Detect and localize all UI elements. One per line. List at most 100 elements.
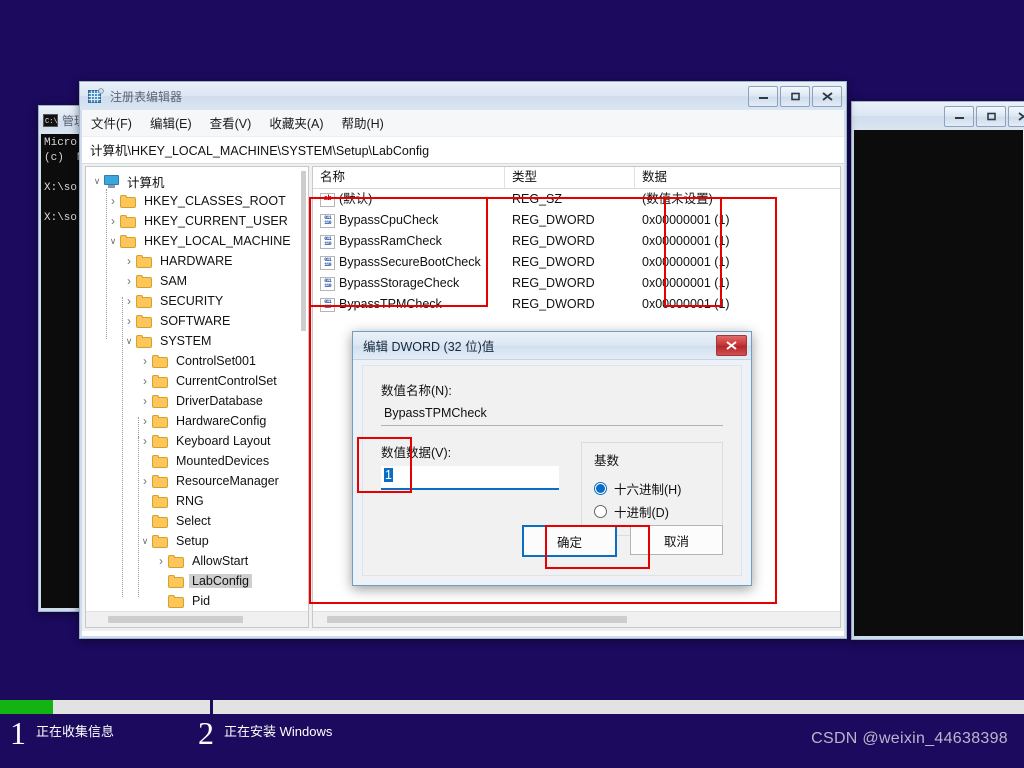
address-bar[interactable]: 计算机\HKEY_LOCAL_MACHINE\SYSTEM\Setup\LabC… bbox=[82, 137, 844, 164]
tree-item--[interactable]: ∨ 计算机 bbox=[86, 171, 308, 191]
console-right-output bbox=[854, 130, 1023, 636]
registry-values-list[interactable]: 名称 类型 数据 ab (默认) REG_SZ (数值未设置) 011 110 Bypass… bbox=[313, 167, 840, 315]
chevron-right-icon[interactable]: › bbox=[138, 434, 152, 448]
ok-button[interactable]: 确定 bbox=[522, 525, 617, 557]
chevron-right-icon[interactable]: › bbox=[122, 254, 136, 268]
menu-item-1[interactable]: 文件(F) bbox=[90, 113, 133, 132]
chevron-right-icon[interactable]: › bbox=[122, 294, 136, 308]
folder-icon bbox=[152, 394, 168, 408]
tree-vertical-scrollbar[interactable] bbox=[299, 167, 308, 612]
tree-item-labconfig[interactable]: · LabConfig bbox=[86, 571, 308, 591]
radio-decimal[interactable]: 十进制(D) bbox=[594, 500, 710, 523]
tree-item-hkey-classes-root[interactable]: › HKEY_CLASSES_ROOT bbox=[86, 191, 308, 211]
tree-item-mounteddevices[interactable]: · MountedDevices bbox=[86, 451, 308, 471]
tree-item-security[interactable]: › SECURITY bbox=[86, 291, 308, 311]
cancel-button[interactable]: 取消 bbox=[630, 525, 723, 555]
chevron-down-icon[interactable]: ∨ bbox=[138, 534, 152, 548]
maximize-icon[interactable] bbox=[976, 105, 1006, 127]
folder-icon bbox=[168, 594, 184, 608]
close-icon[interactable] bbox=[716, 335, 747, 356]
column-header-type[interactable]: 类型 bbox=[505, 167, 635, 188]
table-row[interactable]: 011 110 BypassTPMCheck REG_DWORD 0x00000001 … bbox=[313, 294, 840, 315]
radio-decimal-icon[interactable] bbox=[594, 505, 607, 518]
menu-item-3[interactable]: 查看(V) bbox=[209, 113, 253, 132]
tree-item-rng[interactable]: · RNG bbox=[86, 491, 308, 511]
chevron-right-icon[interactable]: › bbox=[122, 314, 136, 328]
chevron-right-icon[interactable]: › bbox=[138, 394, 152, 408]
tree-item-hkey-current-user[interactable]: › HKEY_CURRENT_USER bbox=[86, 211, 308, 231]
tree-item-driverdatabase[interactable]: › DriverDatabase bbox=[86, 391, 308, 411]
chevron-right-icon[interactable]: › bbox=[122, 274, 136, 288]
tree-item-hardwareconfig[interactable]: › HardwareConfig bbox=[86, 411, 308, 431]
chevron-down-icon[interactable]: ∨ bbox=[122, 334, 136, 348]
tree-item-software[interactable]: › SOFTWARE bbox=[86, 311, 308, 331]
column-header-name[interactable]: 名称 bbox=[313, 167, 505, 188]
chevron-right-icon[interactable]: › bbox=[154, 554, 168, 568]
value-data-input[interactable]: 1 bbox=[381, 466, 559, 490]
radio-hexadecimal-icon[interactable] bbox=[594, 482, 607, 495]
chevron-right-icon[interactable]: › bbox=[138, 474, 152, 488]
menu-item-4[interactable]: 收藏夹(A) bbox=[268, 113, 324, 132]
list-horizontal-scrollbar[interactable] bbox=[313, 611, 840, 627]
tree-item-allowstart[interactable]: › AllowStart bbox=[86, 551, 308, 571]
value-name-text: (默认) bbox=[339, 192, 373, 206]
table-row[interactable]: 011 110 BypassStorageCheck REG_DWORD 0x00000… bbox=[313, 273, 840, 294]
tree-item-sam[interactable]: › SAM bbox=[86, 271, 308, 291]
menu-bar[interactable]: 文件(F) 编辑(E) 查看(V) 收藏夹(A) 帮助(H) bbox=[82, 110, 844, 137]
base-group-label: 基数 bbox=[594, 454, 620, 468]
tree-item-hkey-local-machine[interactable]: ∨ HKEY_LOCAL_MACHINE bbox=[86, 231, 308, 251]
chevron-right-icon[interactable]: › bbox=[106, 194, 120, 208]
chevron-right-icon[interactable]: › bbox=[138, 354, 152, 368]
registry-tree[interactable]: ∨ 计算机 › HKEY_CLASSES_ROOT › HKEY_CURRENT_USER… bbox=[86, 167, 308, 612]
tree-horizontal-scrollbar[interactable] bbox=[86, 611, 308, 627]
value-name-text: BypassStorageCheck bbox=[339, 276, 460, 290]
tree-item-select[interactable]: · Select bbox=[86, 511, 308, 531]
regedit-titlebar[interactable]: 注册表编辑器 bbox=[80, 82, 846, 110]
tree-item-currentcontrolset[interactable]: › CurrentControlSet bbox=[86, 371, 308, 391]
tree-item-hardware[interactable]: › HARDWARE bbox=[86, 251, 308, 271]
close-icon[interactable] bbox=[1008, 105, 1024, 127]
tree-item-label: Pid bbox=[192, 594, 211, 608]
tree-item-system[interactable]: ∨ SYSTEM bbox=[86, 331, 308, 351]
computer-icon bbox=[104, 174, 119, 188]
close-icon[interactable] bbox=[812, 85, 842, 107]
table-row[interactable]: ab (默认) REG_SZ (数值未设置) bbox=[313, 189, 840, 210]
progress-fill bbox=[0, 700, 53, 714]
value-name-cell: 011 110 BypassCpuCheck bbox=[313, 210, 505, 231]
column-header-data[interactable]: 数据 bbox=[635, 167, 840, 188]
tree-item-pid[interactable]: · Pid bbox=[86, 591, 308, 611]
edit-dword-dialog[interactable]: 编辑 DWORD (32 位)值 数值名称(N): BypassTPMCheck… bbox=[352, 331, 752, 586]
registry-tree-pane[interactable]: ∨ 计算机 › HKEY_CLASSES_ROOT › HKEY_CURRENT_USER… bbox=[85, 166, 309, 628]
dialog-body: 数值名称(N): BypassTPMCheck 数值数据(V): 1 基数 十六… bbox=[362, 365, 742, 576]
value-name-input[interactable]: BypassTPMCheck bbox=[381, 404, 723, 426]
tree-item-controlset001[interactable]: › ControlSet001 bbox=[86, 351, 308, 371]
menu-item-5[interactable]: 帮助(H) bbox=[340, 113, 384, 132]
table-row[interactable]: 011 110 BypassSecureBootCheck REG_DWORD 0x00… bbox=[313, 252, 840, 273]
tree-item-keyboard-layout[interactable]: › Keyboard Layout bbox=[86, 431, 308, 451]
tree-item-setup[interactable]: ∨ Setup bbox=[86, 531, 308, 551]
console-right-window-buttons[interactable] bbox=[944, 105, 1024, 127]
dialog-titlebar[interactable]: 编辑 DWORD (32 位)值 bbox=[353, 332, 751, 360]
chevron-down-icon[interactable]: ∨ bbox=[90, 174, 104, 188]
tree-item-resourcemanager[interactable]: › ResourceManager bbox=[86, 471, 308, 491]
menu-item-2[interactable]: 编辑(E) bbox=[149, 113, 193, 132]
dword-value-icon: 011 110 bbox=[320, 276, 335, 291]
console-window-right[interactable] bbox=[851, 101, 1024, 640]
base-groupbox: 基数 十六进制(H) 十进制(D) bbox=[581, 442, 723, 536]
minimize-icon[interactable] bbox=[748, 85, 778, 107]
chevron-right-icon[interactable]: › bbox=[138, 374, 152, 388]
tree-item-label: LabConfig bbox=[189, 574, 252, 588]
console-right-titlebar[interactable] bbox=[852, 102, 1024, 130]
maximize-icon[interactable] bbox=[780, 85, 810, 107]
regedit-window-buttons[interactable] bbox=[748, 85, 842, 107]
radio-hexadecimal[interactable]: 十六进制(H) bbox=[594, 477, 710, 500]
setup-progress-bar: 1 正在收集信息 2 正在安装 Windows CSDN @weixin_446383… bbox=[0, 690, 1024, 768]
chevron-right-icon[interactable]: › bbox=[138, 414, 152, 428]
minimize-icon[interactable] bbox=[944, 105, 974, 127]
chevron-down-icon[interactable]: ∨ bbox=[106, 234, 120, 248]
table-row[interactable]: 011 110 BypassCpuCheck REG_DWORD 0x00000001 … bbox=[313, 210, 840, 231]
list-column-headers[interactable]: 名称 类型 数据 bbox=[313, 167, 840, 189]
folder-icon bbox=[136, 334, 152, 348]
chevron-right-icon[interactable]: › bbox=[106, 214, 120, 228]
table-row[interactable]: 011 110 BypassRamCheck REG_DWORD 0x00000001 … bbox=[313, 231, 840, 252]
